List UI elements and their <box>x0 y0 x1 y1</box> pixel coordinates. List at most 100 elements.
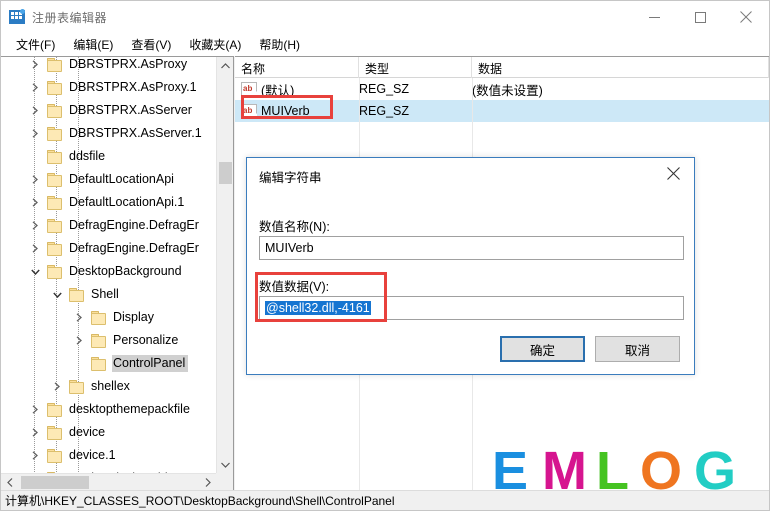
tree-item[interactable]: device.1 <box>1 444 216 467</box>
folder-icon <box>47 103 63 118</box>
value-name-input[interactable]: MUIVerb <box>259 236 684 260</box>
tree-item-label: DefaultLocationApi <box>69 172 174 186</box>
folder-icon <box>47 402 63 417</box>
tree-item-label: ControlPanel <box>112 355 189 372</box>
tree-item-label: DBRSTPRX.AsProxy.1 <box>69 80 197 94</box>
menu-edit[interactable]: 编辑(E) <box>64 34 122 56</box>
value-type-cell: REG_SZ <box>359 104 410 118</box>
tree-item[interactable]: DBRSTPRX.AsProxy.1 <box>1 76 216 99</box>
tree-item[interactable]: DefragEngine.DefragEr <box>1 214 216 237</box>
folder-icon <box>47 448 63 463</box>
chevron-down-icon[interactable] <box>49 283 65 306</box>
minimize-button[interactable] <box>631 1 677 33</box>
folder-icon <box>47 149 63 164</box>
menu-file[interactable]: 文件(F) <box>7 34 64 56</box>
folder-icon <box>47 264 63 279</box>
tree-hscroll-thumb[interactable] <box>21 476 89 489</box>
value-data-input[interactable]: @shell32.dll,-4161 <box>259 296 684 320</box>
tree-item[interactable]: DBRSTPRX.AsServer <box>1 99 216 122</box>
tree-item[interactable]: Personalize <box>1 329 216 352</box>
value-name-label: 数值名称(N): <box>259 220 330 234</box>
tree-item[interactable]: DesktopBackground <box>1 260 216 283</box>
tree-item-label: DefaultLocationApi.1 <box>69 195 185 209</box>
tree-item[interactable]: DBRSTPRX.AsServer.1 <box>1 122 216 145</box>
tree-item[interactable]: DefragEngine.DefragEr <box>1 237 216 260</box>
chevron-right-icon[interactable] <box>27 444 43 467</box>
folder-icon <box>47 195 63 210</box>
tree-item-label: desktopthemepackfile <box>69 402 190 416</box>
tree-vertical-scrollbar[interactable] <box>216 57 233 473</box>
scrollbar-corner <box>216 473 233 490</box>
chevron-right-icon[interactable] <box>27 237 43 260</box>
table-row[interactable]: ab (默认) REG_SZ (数值未设置) <box>235 78 769 100</box>
close-button[interactable] <box>723 1 769 33</box>
chevron-right-icon[interactable] <box>27 421 43 444</box>
ok-button[interactable]: 确定 <box>500 336 585 362</box>
chevron-right-icon[interactable] <box>27 168 43 191</box>
value-name-text: MUIVerb <box>265 241 314 255</box>
tree-item[interactable]: DBRSTPRX.AsProxy <box>1 57 216 76</box>
menu-help[interactable]: 帮助(H) <box>250 34 309 56</box>
edit-string-dialog: 编辑字符串 数值名称(N): MUIVerb 数值数据(V): @shell32… <box>246 157 695 375</box>
scroll-up-arrow[interactable] <box>217 57 233 74</box>
chevron-right-icon[interactable] <box>27 99 43 122</box>
dialog-title-bar: 编辑字符串 <box>247 158 694 194</box>
folder-icon <box>47 218 63 233</box>
scroll-right-arrow[interactable] <box>199 474 216 490</box>
chevron-right-icon[interactable] <box>27 76 43 99</box>
value-name-cell: MUIVerb <box>261 104 310 118</box>
chevron-right-icon[interactable] <box>27 57 43 76</box>
tree-item-label: DBRSTPRX.AsServer.1 <box>69 126 202 140</box>
ab-string-icon: ab <box>241 104 257 118</box>
tree-item-label: DesktopBackground <box>69 264 182 278</box>
scroll-down-arrow[interactable] <box>217 456 233 473</box>
chevron-right-icon[interactable] <box>49 375 65 398</box>
tree-item[interactable]: ControlPanel <box>1 352 216 375</box>
tree-item[interactable]: Display <box>1 306 216 329</box>
chevron-right-icon[interactable] <box>27 214 43 237</box>
tree-item[interactable]: Shell <box>1 283 216 306</box>
tree-item[interactable]: desktopthemepackfile <box>1 398 216 421</box>
folder-icon <box>47 172 63 187</box>
tree-item-label: DefragEngine.DefragEr <box>69 241 199 255</box>
status-bar: 计算机\HKEY_CLASSES_ROOT\DesktopBackground\… <box>1 490 769 510</box>
folder-icon <box>91 333 107 348</box>
value-name-cell: (默认) <box>261 83 295 98</box>
chevron-right-icon[interactable] <box>27 191 43 214</box>
chevron-down-icon[interactable] <box>27 260 43 283</box>
column-header[interactable]: 数据 <box>472 57 769 78</box>
column-header[interactable]: 名称 <box>235 57 359 78</box>
tree-vscroll-thumb[interactable] <box>219 162 232 184</box>
status-path: 计算机\HKEY_CLASSES_ROOT\DesktopBackground\… <box>5 494 395 508</box>
tree-item[interactable]: DefaultLocationApi.1 <box>1 191 216 214</box>
regedit-icon <box>9 9 25 25</box>
column-header[interactable]: 类型 <box>359 57 472 78</box>
ab-string-icon: ab <box>241 82 257 96</box>
chevron-right-icon[interactable] <box>71 329 87 352</box>
close-icon[interactable] <box>652 158 694 188</box>
tree-item[interactable]: ddsfile <box>1 145 216 168</box>
menu-view[interactable]: 查看(V) <box>122 34 180 56</box>
menu-favorites[interactable]: 收藏夹(A) <box>180 34 250 56</box>
scroll-left-arrow[interactable] <box>1 474 18 490</box>
chevron-right-icon[interactable] <box>27 122 43 145</box>
chevron-right-icon[interactable] <box>27 398 43 421</box>
maximize-button[interactable] <box>677 1 723 33</box>
registry-values-list[interactable]: ab (默认) REG_SZ (数值未设置) ab MUIVerb REG_SZ <box>235 78 769 122</box>
registry-tree[interactable]: DBRSTPRX.AsProxy DBRSTPRX.AsProxy.1 DBRSTP… <box>1 57 216 473</box>
tree-item[interactable]: shellex <box>1 375 216 398</box>
value-data-text: @shell32.dll,-4161 <box>265 301 371 315</box>
tree-item-label: device.1 <box>69 448 116 462</box>
table-row[interactable]: ab MUIVerb REG_SZ <box>235 100 769 122</box>
folder-icon <box>91 356 107 371</box>
title-bar: 注册表编辑器 <box>1 1 769 33</box>
chevron-right-icon[interactable] <box>71 306 87 329</box>
tree-item[interactable]: DefaultLocationApi <box>1 168 216 191</box>
cancel-button[interactable]: 取消 <box>595 336 680 362</box>
list-column-headers: 名称 类型 数据 <box>235 57 769 78</box>
tree-item[interactable]: device <box>1 421 216 444</box>
folder-icon <box>91 310 107 325</box>
folder-icon <box>69 287 85 302</box>
window-title: 注册表编辑器 <box>32 10 108 25</box>
tree-horizontal-scrollbar[interactable] <box>1 473 216 490</box>
